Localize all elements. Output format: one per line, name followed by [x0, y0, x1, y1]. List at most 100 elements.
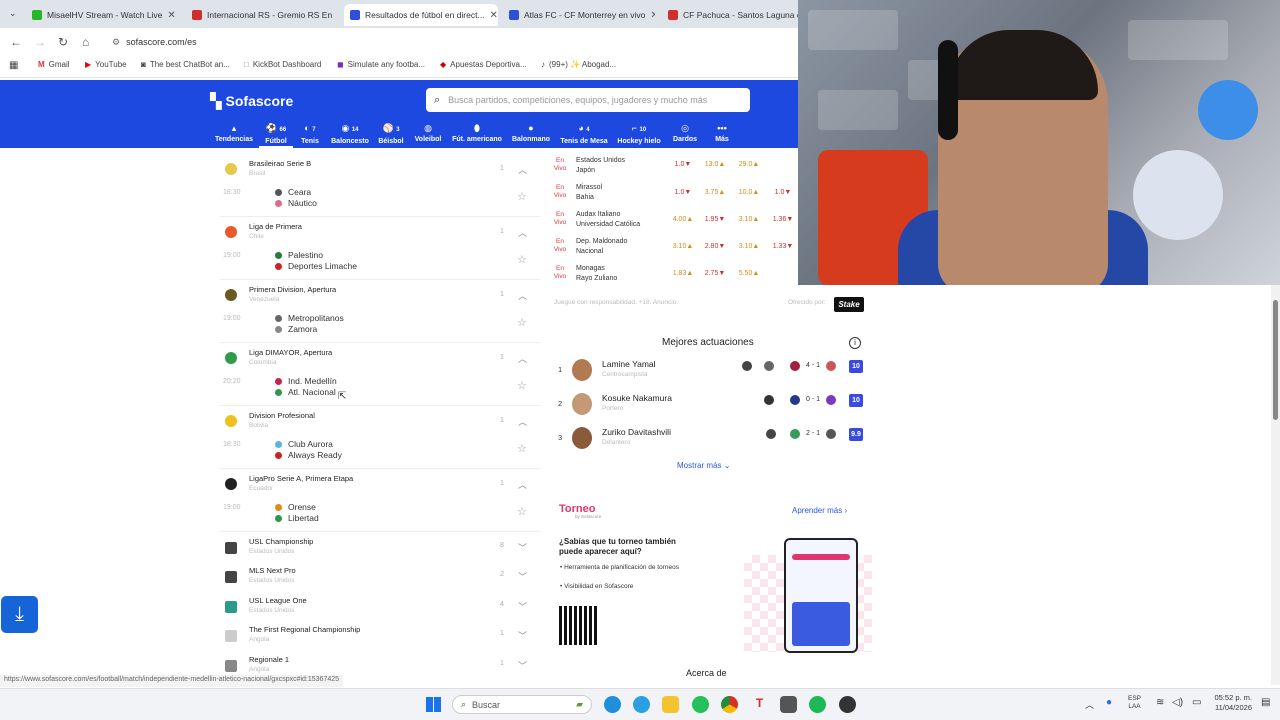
taskbar-search[interactable]: ⌕ Buscar ▰: [452, 695, 592, 714]
sport-tab-hockey-hielo[interactable]: ⌐ 10 Hockey hielo: [617, 124, 661, 146]
odds-value[interactable]: 10.0▲: [736, 186, 762, 199]
odds-value[interactable]: 3.10▲: [736, 240, 762, 253]
player-row[interactable]: 3 Zuriko Davitashvili Delantero 2 - 1 9.…: [554, 425, 866, 457]
league-block-collapsed[interactable]: Regionale 1 Angola 1 ﹀: [220, 653, 540, 675]
sofascore-logo[interactable]: ▚ Sofascore: [210, 92, 293, 110]
site-search-input[interactable]: ⌕ Busca partidos, competiciones, equipos…: [426, 88, 750, 112]
bookmark-youtube[interactable]: ▶ YouTube: [85, 60, 127, 69]
away-team[interactable]: Atl. Nacional: [275, 387, 336, 397]
odds-value[interactable]: 1.36▼: [770, 213, 796, 226]
sport-tab-mas[interactable]: ••• Más: [709, 124, 735, 144]
edge-icon[interactable]: [604, 696, 621, 713]
bookmark-abogado[interactable]: ♪ (99+) ✨ Abogad...: [541, 60, 616, 69]
browser-tab[interactable]: Internacional RS - Gremio RS En ✕: [186, 4, 338, 26]
home-team[interactable]: Orense: [275, 502, 316, 512]
away-team[interactable]: Náutico: [275, 198, 317, 208]
telegram-icon[interactable]: [633, 696, 650, 713]
odds-value[interactable]: 2.75▼: [702, 267, 728, 280]
favorite-star-icon[interactable]: ☆: [517, 379, 527, 392]
spotify-icon[interactable]: [809, 696, 826, 713]
collapse-chevron-icon[interactable]: ︿: [518, 415, 527, 428]
bookmark-gmail[interactable]: M Gmail: [38, 60, 70, 69]
home-team[interactable]: Metropolitanos: [275, 313, 344, 323]
chrome-icon[interactable]: [721, 696, 738, 713]
whatsapp-icon[interactable]: [692, 696, 709, 713]
odds-value[interactable]: 1.0▼: [670, 186, 696, 199]
favorite-star-icon[interactable]: ☆: [517, 316, 527, 329]
odds-value[interactable]: 1.95▼: [702, 213, 728, 226]
scrollbar-thumb[interactable]: [1273, 300, 1278, 420]
tray-chevron-icon[interactable]: ︿: [1085, 698, 1094, 711]
url-field[interactable]: ⚙ sofascore.com/es: [112, 34, 197, 50]
close-tab-icon[interactable]: ✕: [337, 10, 338, 21]
collapse-chevron-icon[interactable]: ︿: [518, 352, 527, 365]
expand-chevron-icon[interactable]: ﹀: [518, 600, 527, 613]
app-t-icon[interactable]: T: [751, 696, 768, 713]
away-team[interactable]: Zamora: [275, 324, 317, 334]
collapse-chevron-icon[interactable]: ︿: [518, 289, 527, 302]
player-row[interactable]: 1 Lamine Yamal Centrocampista 4 - 1 10: [554, 357, 866, 389]
home-icon[interactable]: ⌂: [82, 35, 89, 49]
away-team[interactable]: Libertad: [275, 513, 319, 523]
league-name[interactable]: Liga de Primera: [249, 222, 302, 231]
browser-tab[interactable]: Atlas FC - CF Monterrey en vivo ✕: [503, 4, 655, 26]
tab-list-icon[interactable]: ⌄: [9, 8, 17, 19]
collapse-chevron-icon[interactable]: ︿: [518, 478, 527, 491]
notifications-icon[interactable]: ▤: [1261, 697, 1270, 708]
favorite-star-icon[interactable]: ☆: [517, 253, 527, 266]
league-block-collapsed[interactable]: USL League One Estados Unidos 4 ﹀: [220, 594, 540, 622]
home-team[interactable]: Ceara: [275, 187, 311, 197]
language-indicator[interactable]: ESP LAA: [1128, 695, 1141, 711]
system-clock[interactable]: 05:52 p. m. 11/04/2026: [1208, 693, 1252, 713]
live-odds-row[interactable]: En Vivo Dep. Maldonado Nacional 3.10▲ 2.…: [550, 236, 798, 262]
site-info-icon[interactable]: ⚙: [112, 37, 120, 48]
sport-tab-tendencias[interactable]: ▴ Tendencias: [214, 124, 254, 144]
odds-value[interactable]: 2.80▼: [702, 240, 728, 253]
bookmark-kickbot[interactable]: □ KickBot Dashboard: [244, 60, 321, 69]
away-team[interactable]: Always Ready: [275, 450, 342, 460]
browser-tab[interactable]: CF Pachuca - Santos Laguna en: [662, 4, 798, 26]
browser-tab[interactable]: MisaelHV Stream - Watch Live ✕: [26, 4, 178, 26]
league-name[interactable]: Brasileirao Serie B: [249, 159, 311, 168]
odds-value[interactable]: 1.33▼: [770, 240, 796, 253]
league-block-collapsed[interactable]: The First Regional Championship Angola 1…: [220, 623, 540, 651]
forward-icon[interactable]: →: [34, 35, 46, 49]
odds-value[interactable]: 5.50▲: [736, 267, 762, 280]
home-team[interactable]: Club Aurora: [275, 439, 333, 449]
live-odds-row[interactable]: En Vivo Audax Italiano Universidad Catól…: [550, 209, 798, 235]
close-tab-icon[interactable]: ✕: [650, 10, 655, 21]
odds-value[interactable]: 13.0▲: [702, 158, 728, 171]
back-icon[interactable]: ←: [10, 35, 22, 49]
favorite-star-icon[interactable]: ☆: [517, 190, 527, 203]
collapse-chevron-icon[interactable]: ︿: [518, 226, 527, 239]
calculator-icon[interactable]: [780, 696, 797, 713]
odds-value[interactable]: 3.10▲: [736, 213, 762, 226]
odds-value[interactable]: 29.0▲: [736, 158, 762, 171]
odds-value[interactable]: 3.10▲: [670, 240, 696, 253]
league-name[interactable]: Division Profesional: [249, 411, 315, 420]
browser-tab-active[interactable]: Resultados de fútbol en direct... ✕: [344, 4, 498, 26]
expand-chevron-icon[interactable]: ﹀: [518, 570, 527, 583]
favorite-star-icon[interactable]: ☆: [517, 442, 527, 455]
league-name[interactable]: LigaPro Serie A, Primera Etapa: [249, 474, 353, 483]
odds-value[interactable]: 1.0▼: [670, 158, 696, 171]
sport-tab-tenis-de-mesa[interactable]: ◕ 4 Tenis de Mesa: [559, 124, 609, 146]
live-odds-row[interactable]: En Vivo Mirassol Bahia 1.0▼ 3.75▲ 10.0▲ …: [550, 182, 798, 208]
reload-icon[interactable]: ↻: [58, 35, 68, 49]
bookmark-apuestas[interactable]: ◆ Apuestas Deportiva...: [440, 60, 527, 69]
expand-chevron-icon[interactable]: ﹀: [518, 629, 527, 642]
sport-tab-tenis[interactable]: ◐ 7 Tenis: [298, 124, 322, 146]
close-tab-icon[interactable]: ✕: [490, 10, 498, 21]
live-odds-row[interactable]: En Vivo Monagas Rayo Zuliano 1.83▲ 2.75▼…: [550, 263, 798, 289]
home-team[interactable]: Palestino: [275, 250, 323, 260]
sport-tab-baloncesto[interactable]: ◉ 14 Baloncesto: [329, 124, 371, 146]
wifi-icon[interactable]: ≋: [1156, 697, 1164, 708]
odds-value[interactable]: 4.00▲: [670, 213, 696, 226]
live-odds-row[interactable]: En Vivo Estados Unidos Japón 1.0▼ 13.0▲ …: [550, 155, 798, 181]
league-name[interactable]: Liga DIMAYOR, Apertura: [249, 348, 332, 357]
league-name[interactable]: Primera Division, Apertura: [249, 285, 336, 294]
odds-value[interactable]: 1.0▼: [770, 186, 796, 199]
battery-icon[interactable]: ▭: [1192, 697, 1201, 708]
sport-tab-futbol-americano[interactable]: ⬮ Fút. americano: [450, 124, 504, 144]
bookmark-chatbot[interactable]: ◙ The best ChatBot an...: [141, 60, 230, 69]
